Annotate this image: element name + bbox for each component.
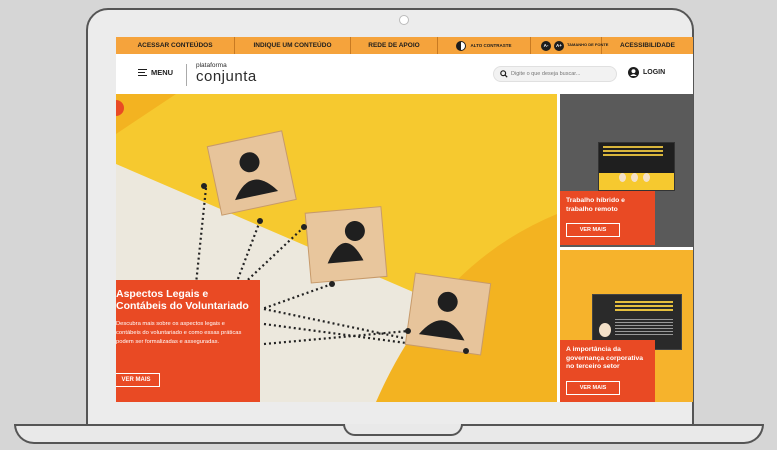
side-card-1-see-more-button[interactable]: VER MAIS	[566, 223, 620, 237]
side-card-2-see-more-button[interactable]: VER MAIS	[566, 381, 620, 395]
side-card-2-title: A importância da governança corporativa …	[566, 346, 644, 370]
search-input[interactable]	[511, 71, 611, 77]
laptop-notch	[343, 424, 463, 436]
font-increase-button[interactable]: A+	[554, 40, 564, 51]
font-decrease-button[interactable]: A-	[541, 40, 551, 51]
font-size-label: TAMANHO DE FONTE	[567, 42, 609, 48]
side-card-1-title: Trabalho híbrido e trabalho remoto	[566, 197, 625, 213]
camera-icon	[399, 15, 409, 25]
hero-see-more-button[interactable]: VER MAIS	[116, 373, 160, 387]
hero-title: Aspectos Legais e Contábeis do Voluntari…	[116, 288, 249, 312]
logo-main-text: conjunta	[196, 68, 257, 85]
font-size-controls: A- A+ TAMANHO DE FONTE	[531, 37, 609, 54]
hero-card: Aspectos Legais e Contábeis do Voluntari…	[116, 280, 260, 402]
support-network-link[interactable]: REDE DE APOIO	[351, 37, 438, 54]
login-button[interactable]: LOGIN	[628, 67, 665, 78]
site-header: MENU plataforma conjunta LOGIN	[116, 54, 693, 94]
side-card-governance[interactable]: A importância da governança corporativa …	[560, 250, 693, 402]
access-content-link[interactable]: ACESSAR CONTEÚDOS	[116, 37, 235, 54]
menu-label: MENU	[151, 68, 174, 77]
webinar-thumbnail	[598, 142, 675, 191]
side-card-2-panel: A importância da governança corporativa …	[560, 340, 655, 402]
high-contrast-label: ALTO CONTRASTE	[470, 43, 512, 48]
user-icon	[628, 67, 639, 78]
hero-description: Descubra mais sobre os aspectos legais e…	[116, 321, 242, 345]
side-card-hybrid-work[interactable]: Trabalho híbrido e trabalho remoto VER M…	[560, 94, 693, 247]
search-icon	[500, 70, 508, 78]
search-box[interactable]	[493, 66, 617, 82]
login-label: LOGIN	[643, 69, 666, 76]
hamburger-icon	[138, 69, 147, 76]
high-contrast-toggle[interactable]: ALTO CONTRASTE	[438, 37, 531, 54]
website-screen: ACESSAR CONTEÚDOS INDIQUE UM CONTEÚDO RE…	[116, 37, 693, 402]
indicate-content-link[interactable]: INDIQUE UM CONTEÚDO	[235, 37, 351, 54]
site-logo[interactable]: plataforma conjunta	[196, 62, 257, 84]
accessibility-bar: ACESSAR CONTEÚDOS INDIQUE UM CONTEÚDO RE…	[116, 37, 693, 54]
hero-banner[interactable]: Aspectos Legais e Contábeis do Voluntari…	[116, 94, 557, 402]
side-card-1-panel: Trabalho híbrido e trabalho remoto VER M…	[560, 191, 655, 245]
menu-button[interactable]: MENU	[138, 68, 173, 77]
accessibility-link[interactable]: ACESSIBILIDADE	[602, 37, 693, 54]
contrast-icon	[456, 40, 467, 51]
header-divider	[186, 64, 187, 86]
